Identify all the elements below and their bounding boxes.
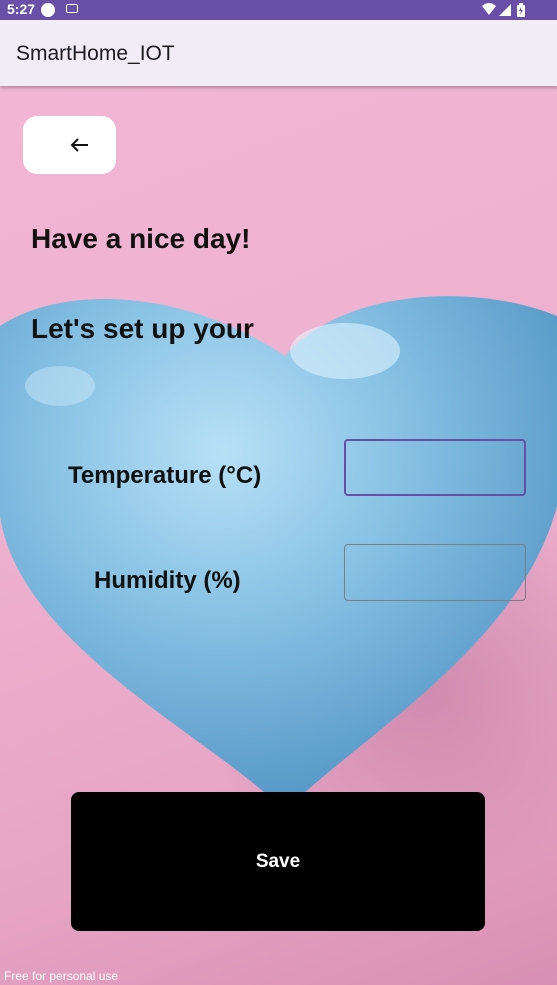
wifi-icon bbox=[482, 3, 496, 15]
humidity-input[interactable] bbox=[344, 544, 526, 601]
status-bar: 5:27 bbox=[0, 0, 557, 20]
keyboard-icon bbox=[66, 4, 78, 13]
temperature-input[interactable] bbox=[344, 439, 526, 496]
greeting-heading: Have a nice day! bbox=[31, 223, 251, 254]
setup-heading: Let's set up your bbox=[31, 313, 254, 344]
app-title: SmartHome_IOT bbox=[16, 42, 175, 65]
humidity-label: Humidity (%) bbox=[94, 567, 241, 594]
main-content: Have a nice day! Let's set up your Tempe… bbox=[0, 86, 557, 985]
status-icons bbox=[482, 3, 525, 17]
status-time: 5:27 bbox=[7, 1, 36, 17]
save-button[interactable]: Save bbox=[71, 792, 485, 931]
back-button[interactable] bbox=[23, 116, 116, 174]
app-bar: SmartHome_IOT bbox=[0, 20, 557, 86]
signal-icon bbox=[499, 4, 511, 16]
watermark-text: Free for personal use bbox=[4, 969, 119, 983]
temperature-label: Temperature (°C) bbox=[68, 462, 262, 489]
circle-icon bbox=[41, 3, 55, 17]
back-arrow-icon bbox=[70, 138, 88, 152]
battery-icon bbox=[517, 3, 525, 17]
